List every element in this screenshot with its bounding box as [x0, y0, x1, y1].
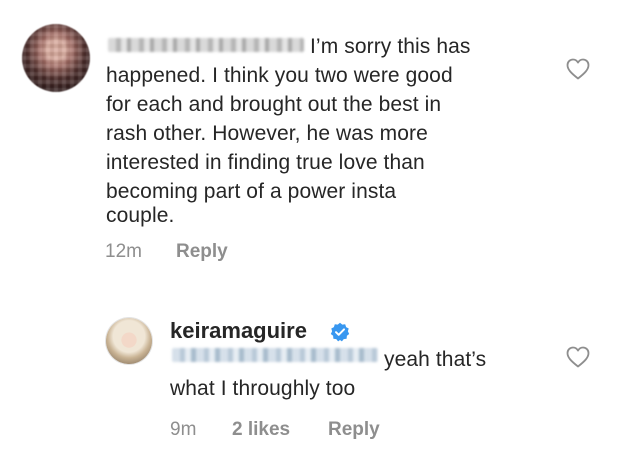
- comment-text-line: yeah that’s: [384, 348, 487, 371]
- heart-outline-icon[interactable]: [566, 58, 590, 80]
- username-blurred[interactable]: [108, 38, 304, 52]
- mentioned-username-blurred[interactable]: [172, 348, 378, 362]
- avatar[interactable]: [106, 318, 152, 364]
- comment-timestamp: 9m: [170, 419, 197, 440]
- comment-text-line: couple.: [106, 204, 175, 227]
- comment-text-line: happened. I think you two were good: [106, 64, 453, 87]
- comment-text-line: what I throughly too: [170, 377, 356, 400]
- comment-text-line: I’m sorry this has: [310, 35, 471, 58]
- comment-text-line: interested in finding true love than: [106, 151, 425, 174]
- comment-text-line: rash other. However, he was more: [106, 122, 428, 145]
- username[interactable]: keiramaguire: [170, 318, 307, 344]
- heart-outline-icon[interactable]: [566, 346, 590, 368]
- comment-timestamp: 12m: [105, 241, 142, 262]
- avatar-blurred[interactable]: [22, 24, 90, 92]
- reply-button[interactable]: Reply: [176, 241, 228, 263]
- comment-text-line: for each and brought out the best in: [106, 93, 442, 116]
- likes-count-link[interactable]: 2 likes: [232, 419, 290, 441]
- verified-badge-icon: [330, 322, 350, 342]
- reply-button[interactable]: Reply: [328, 419, 380, 441]
